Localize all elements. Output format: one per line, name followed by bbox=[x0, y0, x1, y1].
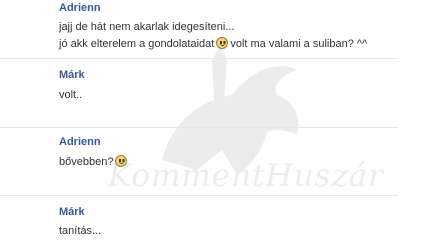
message-item: Adrienn bővebben? bbox=[0, 128, 398, 196]
message-item: Márk tanítás... bbox=[0, 196, 398, 240]
message-text: volt ma valami a suliban? ^^ bbox=[230, 38, 368, 50]
message-text-line: jó akk elterelem a gondolataidat volt ma … bbox=[59, 37, 367, 50]
message-author[interactable]: Márk bbox=[59, 69, 85, 81]
message-text-line: tanítás... bbox=[59, 225, 102, 237]
comment-thread: Adrienn jajj de hát nem akarlak idegesít… bbox=[0, 0, 430, 240]
message-author[interactable]: Márk bbox=[59, 206, 85, 218]
message-text-line: jajj de hát nem akarlak idegesíteni... bbox=[59, 21, 235, 33]
smiley-icon bbox=[216, 37, 229, 49]
message-text-line: volt.. bbox=[59, 89, 83, 101]
message-author[interactable]: Adrienn bbox=[59, 2, 101, 14]
message-text-line: bővebben? bbox=[59, 155, 129, 168]
message-text: bővebben? bbox=[59, 156, 114, 168]
message-item: Márk volt.. bbox=[0, 59, 398, 128]
smiley-icon bbox=[115, 155, 128, 167]
message-item: Adrienn jajj de hát nem akarlak idegesít… bbox=[0, 0, 398, 59]
message-author[interactable]: Adrienn bbox=[59, 136, 101, 148]
message-text: jó akk elterelem a gondolataidat bbox=[59, 38, 215, 50]
